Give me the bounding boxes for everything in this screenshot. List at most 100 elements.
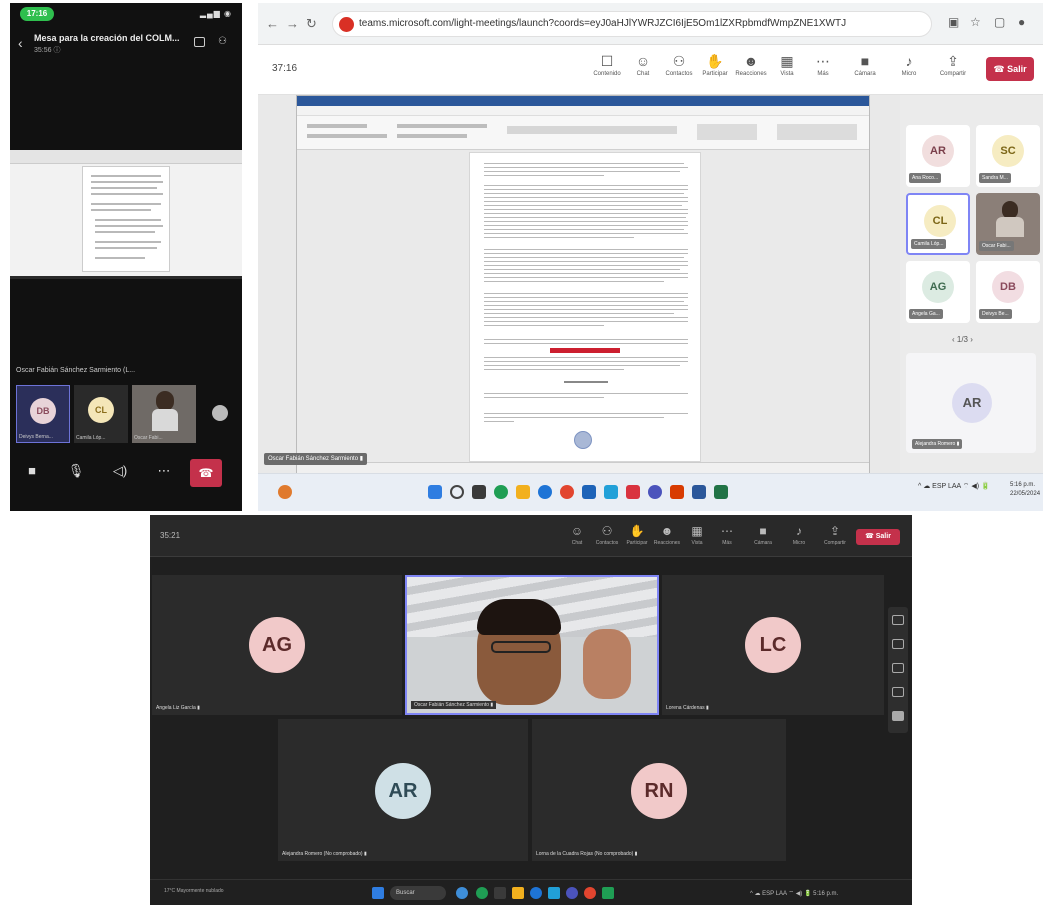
weather-widget[interactable]: 17°C Mayormente nublado <box>164 888 224 894</box>
camera-icon: ■ <box>759 524 767 538</box>
powerpoint-icon[interactable] <box>670 485 684 499</box>
participant-tile-large[interactable]: AR Alejandra Romero ▮ <box>906 353 1036 453</box>
participant-video-tile[interactable]: Oscar Fabián Sánchez Sarmiento ▮ <box>405 575 659 715</box>
camera-button[interactable]: ■ Cámara <box>748 522 778 546</box>
participant-tile[interactable]: AG Angela Liz García ▮ <box>152 575 402 715</box>
system-tray[interactable]: ^ ☁ ESP LAA ⌔ ◀) 🔋 5:16 p.m. <box>750 889 838 897</box>
participant-tile[interactable]: LC Lorena Cárdenas ▮ <box>662 575 884 715</box>
participant-tile[interactable]: AR Ana Roco... <box>906 125 970 187</box>
edge-icon[interactable] <box>530 887 542 899</box>
browser-teams-window: ← → ↻ teams.microsoft.com/light-meetings… <box>258 3 1043 511</box>
mic-off-icon[interactable]: 🎙 <box>62 463 90 479</box>
leave-button[interactable]: ☎ Salir <box>986 57 1034 81</box>
raise-hand-button[interactable]: ✋ Participar <box>622 522 652 546</box>
view-button[interactable]: ▦ Vista <box>682 522 712 546</box>
participant-tile[interactable]: CL Camila Lóp... <box>74 385 128 443</box>
star-icon[interactable]: ☆ <box>970 15 981 29</box>
more-icon: ⋯ <box>721 524 733 538</box>
address-bar[interactable]: teams.microsoft.com/light-meetings/launc… <box>332 11 932 37</box>
participant-tile[interactable]: CL Camila Lóp... <box>906 193 970 255</box>
edge-icon[interactable] <box>538 485 552 499</box>
clock[interactable]: 5:16 p.m. 22/05/2024 <box>1010 481 1040 499</box>
chrome-icon[interactable] <box>584 887 596 899</box>
people-button[interactable]: ⚇ Contactos <box>592 522 622 546</box>
task-view-icon[interactable] <box>494 887 506 899</box>
share-button[interactable]: ⇪ Compartir <box>936 51 970 77</box>
camera-icon[interactable]: ■ <box>18 463 46 478</box>
people-icon[interactable]: ⚇ <box>218 36 227 47</box>
chat-button[interactable]: ☺ Chat <box>562 522 592 546</box>
participant-tile[interactable]: AR Alejandra Romero (No comprobado) ▮ <box>278 719 528 861</box>
more-button[interactable]: ⋯ Más <box>806 51 840 77</box>
search-icon[interactable] <box>450 485 464 499</box>
task-view-icon[interactable] <box>472 485 486 499</box>
whiteboard-icon[interactable] <box>892 639 904 649</box>
view-button[interactable]: ▦ Vista <box>770 51 804 77</box>
people-button[interactable]: ⚇ Contactos <box>662 51 696 77</box>
mic-button[interactable]: ♪ Micro <box>784 522 814 546</box>
start-icon[interactable] <box>428 485 442 499</box>
start-icon[interactable] <box>372 887 384 899</box>
weather-icon[interactable] <box>278 485 292 499</box>
app-icon[interactable] <box>548 887 560 899</box>
participant-tile[interactable]: DB Deivys Berna... <box>16 385 70 443</box>
app-icon[interactable] <box>476 887 488 899</box>
participant-video-tile[interactable]: Oscar Fabi... <box>976 193 1040 255</box>
tab-icon[interactable]: ▢ <box>994 15 1005 29</box>
more-icon[interactable]: ⋯ <box>150 463 178 479</box>
system-tray[interactable]: ^ ☁ ESP LAA ⌔ ◀) 🔋 <box>918 482 990 491</box>
participant-name: Deivys Berna... <box>19 434 53 440</box>
hang-up-button[interactable]: ☎ <box>190 459 222 487</box>
more-button[interactable]: ⋯ Más <box>712 522 742 546</box>
participant-name: Angela Liz García ▮ <box>156 705 200 711</box>
smiley-icon: ☻ <box>660 524 674 538</box>
forward-icon[interactable]: → <box>286 16 299 31</box>
notes-icon[interactable] <box>892 663 904 673</box>
folder-icon[interactable] <box>512 887 524 899</box>
highlighted-text <box>550 348 620 353</box>
chrome-icon[interactable] <box>560 485 574 499</box>
search-input[interactable]: Buscar <box>390 886 446 900</box>
back-icon[interactable]: ← <box>266 16 279 31</box>
participant-pager[interactable]: ‹ 1/3 › <box>952 335 973 344</box>
grid-icon[interactable] <box>892 615 904 625</box>
app-icon[interactable] <box>604 485 618 499</box>
mic-button[interactable]: ♪ Micro <box>892 51 926 77</box>
app-icon[interactable] <box>626 485 640 499</box>
pen-icon[interactable] <box>892 687 904 697</box>
camera-button[interactable]: ■ Cámara <box>848 51 882 77</box>
app-icon[interactable] <box>602 887 614 899</box>
profile-icon[interactable]: ● <box>1018 15 1025 29</box>
participant-tile[interactable]: AG Angela Ga... <box>906 261 970 323</box>
raise-hand-button[interactable]: ✋ Participar <box>698 51 732 77</box>
back-icon[interactable]: ‹ <box>18 35 23 51</box>
teams-icon[interactable] <box>566 887 578 899</box>
content-button[interactable]: ☐ Contenido <box>590 51 624 77</box>
desktop-teams-window: 35:21 ☺ Chat ⚇ Contactos ✋ Participar ☻ Reac… <box>150 515 912 905</box>
glasses-icon <box>491 641 551 653</box>
app-icon[interactable] <box>456 887 468 899</box>
word-icon[interactable] <box>692 485 706 499</box>
leave-button[interactable]: ☎ Salir <box>856 529 900 545</box>
speaker-icon[interactable]: ◁) <box>106 463 134 479</box>
participant-tile[interactable]: DB Deivys Be... <box>976 261 1040 323</box>
participant-tile[interactable] <box>202 385 238 443</box>
chat-button[interactable]: ☺ Chat <box>626 51 660 77</box>
copy-icon[interactable] <box>194 37 205 47</box>
folder-icon[interactable] <box>516 485 530 499</box>
shared-screen <box>10 150 242 278</box>
reactions-button[interactable]: ☻ Reacciones <box>734 51 768 77</box>
participant-tile[interactable]: RN Lorna de la Cuadra Rojas (No comproba… <box>532 719 786 861</box>
participant-video-tile[interactable]: Oscar Fabi... <box>132 385 196 443</box>
teams-icon[interactable] <box>648 485 662 499</box>
reload-icon[interactable]: ↻ <box>306 16 317 32</box>
caption-icon[interactable] <box>892 711 904 721</box>
app-icon[interactable] <box>494 485 508 499</box>
reactions-button[interactable]: ☻ Reacciones <box>652 522 682 546</box>
share-button[interactable]: ⇪ Compartir <box>820 522 850 546</box>
extension-icon[interactable]: ▣ <box>948 15 959 29</box>
share-icon: ⇪ <box>947 53 959 69</box>
app-icon[interactable] <box>582 485 596 499</box>
participant-tile[interactable]: SC Sandra M... <box>976 125 1040 187</box>
excel-icon[interactable] <box>714 485 728 499</box>
